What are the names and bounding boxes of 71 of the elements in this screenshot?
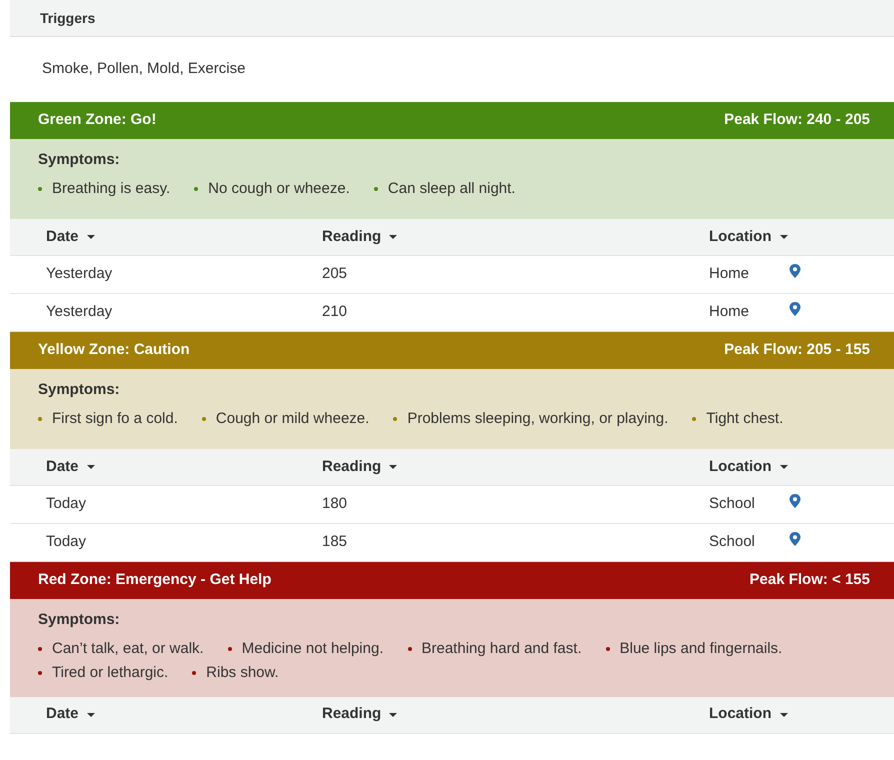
table-cell: School	[709, 495, 755, 512]
bullet-icon	[38, 416, 42, 421]
zone-title: Green Zone: Go!	[38, 110, 156, 130]
bullet-icon	[38, 646, 42, 651]
symptom-text: Blue lips and fingernails.	[620, 638, 782, 658]
triggers-text: Smoke, Pollen, Mold, Exercise	[42, 59, 246, 80]
column-sort-header[interactable]: Date	[46, 226, 95, 248]
symptoms-label: Symptoms:	[38, 610, 120, 630]
peak-flow-range: Peak Flow: < 155	[750, 570, 870, 590]
bullet-icon	[228, 646, 232, 651]
map-pin-icon[interactable]	[789, 532, 801, 546]
symptom-text: Ribs show.	[206, 663, 279, 683]
column-sort-header[interactable]: Location	[709, 456, 788, 478]
caret-icon	[780, 712, 788, 716]
caret-icon	[389, 465, 398, 469]
zone-title: Red Zone: Emergency - Get Help	[38, 570, 272, 590]
peak-flow-range: Peak Flow: 240 - 205	[724, 110, 870, 130]
table-cell: Today	[46, 495, 86, 512]
bullet-icon	[192, 671, 196, 676]
symptom-text: Cough or mild wheeze.	[216, 408, 370, 428]
symptom-text: Problems sleeping, working, or playing.	[407, 408, 668, 428]
map-pin-icon[interactable]	[789, 494, 801, 508]
caret-icon	[86, 465, 95, 469]
bullet-icon	[38, 671, 42, 676]
symptom-text: Medicine not helping.	[242, 638, 384, 658]
symptoms-label: Symptoms:	[38, 150, 120, 170]
caret-icon	[780, 465, 788, 469]
symptom-text: Tired or lethargic.	[52, 663, 168, 683]
table-cell: Today	[46, 533, 86, 550]
bullet-icon	[38, 186, 42, 191]
table-cell: 205	[322, 265, 348, 282]
column-sort-header[interactable]: Reading	[322, 456, 398, 478]
symptom-text: Breathing is easy.	[52, 178, 170, 198]
column-sort-header[interactable]: Date	[46, 703, 95, 726]
symptom-text: No cough or wheeze.	[208, 178, 350, 198]
column-sort-header[interactable]: Reading	[322, 703, 398, 726]
column-sort-header[interactable]: Reading	[322, 226, 398, 248]
column-sort-header[interactable]: Date	[46, 456, 95, 478]
symptom-text: Can sleep all night.	[388, 178, 516, 198]
symptom-text: Tight chest.	[706, 408, 784, 428]
bullet-icon	[692, 416, 696, 421]
caret-icon	[389, 712, 398, 716]
bullet-icon	[194, 186, 198, 191]
table-cell: 180	[322, 495, 348, 512]
bullet-icon	[393, 416, 398, 421]
symptom-text: First sign fo a cold.	[52, 408, 178, 428]
section-header: Triggers	[10, 0, 894, 37]
bullet-icon	[408, 646, 412, 651]
table-cell: 185	[322, 533, 348, 550]
symptoms-label: Symptoms:	[38, 380, 120, 400]
table-cell: Yesterday	[46, 303, 112, 320]
table-cell: Yesterday	[46, 265, 112, 282]
symptom-text: Breathing hard and fast.	[422, 638, 582, 658]
caret-icon	[780, 235, 788, 239]
column-sort-header[interactable]: Location	[709, 703, 788, 726]
caret-icon	[86, 235, 95, 239]
caret-icon	[389, 235, 398, 239]
table-cell: School	[709, 533, 755, 550]
bullet-icon	[202, 416, 206, 421]
bullet-icon	[374, 186, 378, 191]
peak-flow-range: Peak Flow: 205 - 155	[724, 340, 870, 360]
bullet-icon	[606, 646, 610, 651]
map-pin-icon[interactable]	[789, 264, 801, 278]
column-sort-header[interactable]: Location	[709, 226, 788, 248]
table-cell: Home	[709, 265, 750, 282]
caret-icon	[86, 712, 95, 716]
table-cell: Home	[709, 303, 750, 320]
map-pin-icon[interactable]	[789, 302, 801, 316]
table-cell: 210	[322, 303, 348, 320]
symptom-text: Can’t talk, eat, or walk.	[52, 638, 204, 658]
zone-title: Yellow Zone: Caution	[38, 340, 190, 360]
